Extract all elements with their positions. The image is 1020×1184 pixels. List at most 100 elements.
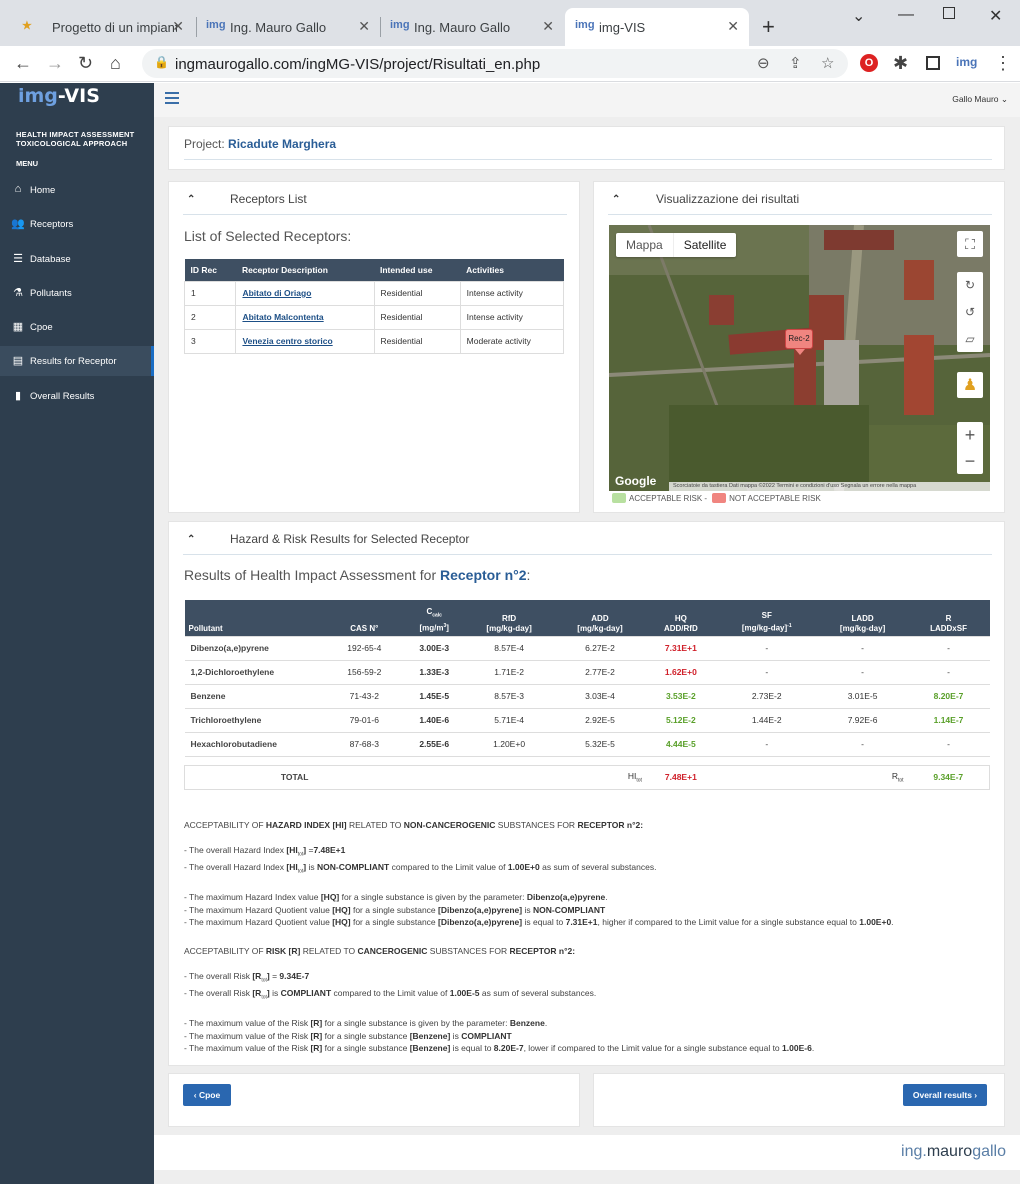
receptor-map-marker[interactable]: Rec-2 [785,329,813,349]
panel-title: Hazard & Risk Results for Selected Recep… [230,532,470,546]
map-type-satellite[interactable]: Satellite [672,233,737,257]
sidebar-item-receptors[interactable]: 👥 Receptors [0,209,154,239]
hi-acceptability-section: ACCEPTABILITY OF HAZARD INDEX [HI] RELAT… [184,819,1004,929]
risk-acceptability-section: ACCEPTABILITY OF RISK [R] RELATED TO CAN… [184,945,1004,1055]
zoom-icon[interactable]: ⊖ [757,54,770,72]
table-row: 1,2-Dichloroethylene 156-59-2 1.33E-3 1.71E… [184,659,990,684]
menu-label: MENU [16,159,39,168]
collapse-caret-icon[interactable]: ⌃ [187,534,195,545]
map-type-mappa[interactable]: Mappa [616,233,673,257]
kebab-menu-icon[interactable]: ⋮ [994,53,1012,74]
maximize-icon[interactable] [943,7,955,19]
home-icon[interactable]: ⌂ [110,53,121,74]
google-logo: Google [615,474,657,488]
minimize-icon[interactable]: — [898,6,914,24]
sidebar-item-home[interactable]: ⌂ Home [0,175,154,205]
sidebar-item-cpoe[interactable]: ▦ Cpoe [0,312,154,342]
receptor-link[interactable]: Abitato Malcontenta [242,312,323,322]
app-logo[interactable]: img-VIS [18,85,100,107]
tilt-icon[interactable]: ▱ [965,332,974,346]
close-tab-icon[interactable]: ✕ [172,18,184,35]
fullscreen-icon[interactable]: ⛶ [957,231,983,257]
zoom-control[interactable]: + − [957,422,983,474]
map-panel: ⌃ Visualizzazione dei risultati Mappa Sa… [593,181,1005,513]
table-row: Hexachlorobutadiene 87-68-3 2.55E-6 1.20E+0… [184,731,990,756]
close-window-icon[interactable]: ✕ [989,6,1002,26]
new-tab-icon[interactable]: + [762,14,775,40]
receptors-panel: ⌃ Receptors List List of Selected Recept… [168,181,580,513]
project-title: Project: Ricadute Marghera [184,137,337,151]
prev-nav-panel: ‹ Cpoe [168,1073,580,1127]
sidepanel-icon[interactable] [926,56,940,70]
map-legend: ACCEPTABLE RISK - NOT ACCEPTABLE RISK [612,493,821,503]
prev-cpoe-button[interactable]: ‹ Cpoe [183,1084,231,1106]
map-imagery [609,225,990,491]
browser-toolbar: ← → ↻ ⌂ 🔒 ingmaurogallo.com/ingMG-VIS/pr… [0,46,1020,82]
url-text: ingmaurogallo.com/ingMG-VIS/project/Risu… [175,56,541,73]
panel-title: Receptors List [230,192,307,206]
collapse-caret-icon[interactable]: ⌃ [187,194,195,205]
map-type-control: Mappa Satellite [616,233,737,257]
project-panel: Project: Ricadute Marghera [168,126,1005,170]
not-acceptable-swatch [712,493,727,503]
sidebar-item-database[interactable]: ☰ Database [0,244,154,274]
opera-extension-icon[interactable]: O [860,54,878,72]
address-bar[interactable]: 🔒 ingmaurogallo.com/ingMG-VIS/project/Ri… [142,49,848,78]
map-footer: Scorciatoie da tastiera Dati mappa ©2022… [669,482,990,491]
lock-icon: 🔒 [154,55,169,69]
receptors-heading: List of Selected Receptors: [184,228,352,244]
satellite-map[interactable]: Mappa Satellite ⛶ ↻ ↺ ▱ ♟ + − Rec-2 Google … [609,225,990,491]
pegman-icon[interactable]: ♟ [957,372,983,398]
close-tab-icon[interactable]: ✕ [542,18,554,35]
receptor-link[interactable]: Abitato di Oriago [242,288,311,298]
sidebar-item-overall-results[interactable]: ▮ Overall Results [0,381,154,411]
map-icon: ▮ [14,390,22,402]
total-row: TOTAL HItot 7.48E+1 Rtot 9.34E-7 [184,764,990,789]
close-tab-icon[interactable]: ✕ [358,18,370,35]
img-extension-icon[interactable]: img [956,55,977,69]
close-tab-icon[interactable]: ✕ [727,18,739,35]
table-row: 1 Abitato di Oriago Residential Intense act… [183,280,565,306]
browser-tab-title: img-VIS [599,19,646,35]
share-icon[interactable]: ⇪ [789,54,802,72]
browser-tab-4-active[interactable]: img img-VIS ✕ [565,8,749,46]
footer-brand: ing.maurogallo [901,1143,1006,1160]
img-favicon-icon: img [206,19,226,31]
zoom-out-icon[interactable]: − [965,451,976,472]
collapse-caret-icon[interactable]: ⌃ [612,194,620,205]
top-bar: Gallo Mauro ⌄ [154,83,1020,117]
overall-results-button[interactable]: Overall results › [903,1084,987,1106]
table-row: 2 Abitato Malcontenta Residential Intense a… [183,304,565,330]
browser-tab-title: Ing. Mauro Gallo [414,19,511,35]
reload-icon[interactable]: ↻ [78,53,93,74]
hi-heading: ACCEPTABILITY OF HAZARD INDEX [HI] RELAT… [184,820,644,830]
panel-title: Visualizzazione dei risultati [656,192,800,206]
zoom-in-icon[interactable]: + [965,425,976,446]
browser-tab-title: Ing. Mauro Gallo [230,19,327,35]
risk-heading: ACCEPTABILITY OF RISK [R] RELATED TO CAN… [184,946,576,956]
app-subtitle: HEALTH IMPACT ASSESSMENT TOXICOLOGICAL AP… [16,130,135,148]
back-icon[interactable]: ← [14,53,32,74]
browser-tab-1[interactable]: ★ Progetto di un impianto ✕ [8,8,194,46]
puzzle-extensions-icon[interactable]: ✱ [893,53,908,74]
table-row: 3 Venezia centro storico Residential Modera… [183,328,565,354]
results-table: Pollutant CAS N° Ccalc [mg/m3] RfD [mg/kg-… [184,600,990,790]
hamburger-menu-icon[interactable] [165,92,179,107]
chevron-down-icon[interactable]: ⌄ [852,6,865,26]
rotate-cw-icon[interactable]: ↻ [965,278,975,292]
sidebar-item-pollutants[interactable]: ⚗ Pollutants [0,278,154,308]
footer-bar: ing.maurogallo [154,1135,1020,1170]
bookmark-star-icon[interactable]: ☆ [821,54,834,72]
results-heading: Results of Health Impact Assessment for … [184,567,531,583]
browser-tab-title: Progetto di un impianto [52,19,177,35]
sidebar-item-results-for-receptor[interactable]: ▤ Results for Receptor [0,346,154,376]
calculator-icon: ▤ [12,355,24,367]
browser-tab-3[interactable]: img Ing. Mauro Gallo ✕ [380,8,564,46]
forward-icon[interactable]: → [46,53,64,74]
browser-tab-2[interactable]: img Ing. Mauro Gallo ✕ [196,8,380,46]
flask-icon: ⚗ [13,287,23,299]
user-menu[interactable]: Gallo Mauro ⌄ [952,94,1008,105]
rotate-ccw-icon[interactable]: ↺ [965,305,975,319]
receptor-link[interactable]: Venezia centro storico [242,336,332,346]
rotate-tilt-control[interactable]: ↻ ↺ ▱ [957,272,983,352]
